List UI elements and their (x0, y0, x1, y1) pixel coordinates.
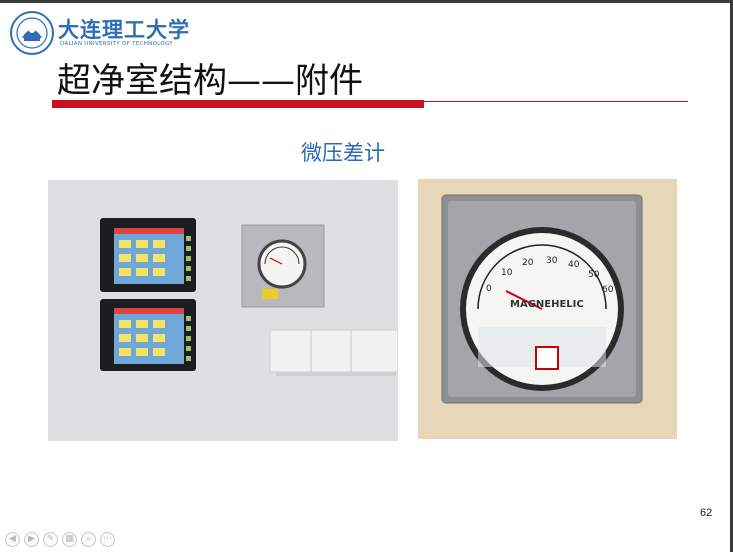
pen-icon[interactable]: ✎ (43, 532, 58, 547)
page-number: 62 (700, 507, 713, 519)
slide: 大连理工大学 DALIAN UNIVERSITY OF TECHNOLOGY 超… (0, 3, 730, 552)
gauge-brand-text: MAGNEHELIC (510, 299, 584, 310)
title-underline-thick (52, 100, 424, 108)
more-icon[interactable]: ⋯ (100, 532, 115, 547)
slides-icon[interactable]: ▦ (62, 532, 77, 547)
gauge-scale-30: 30 (546, 256, 558, 266)
university-logo (10, 11, 54, 55)
title-underline-thin (424, 101, 688, 102)
slideshow-toolbar: ◀ ▶ ✎ ▦ ⌕ ⋯ (5, 532, 115, 547)
gauge-scale-60: 60 (602, 285, 614, 295)
photo-magnehelic-gauge: 0 10 20 30 40 50 60 MAGNEHELIC (418, 179, 677, 439)
gauge-scale-0: 0 (486, 284, 492, 294)
next-icon[interactable]: ▶ (24, 532, 39, 547)
zoom-icon[interactable]: ⌕ (81, 532, 96, 547)
logo-english-name: DALIAN UNIVERSITY OF TECHNOLOGY (60, 41, 173, 47)
prev-icon[interactable]: ◀ (5, 532, 20, 547)
gauge-scale-20: 20 (522, 258, 534, 268)
photo-wall-panels (48, 180, 398, 441)
gauge-scale-40: 40 (568, 260, 580, 270)
logo-chinese-name: 大连理工大学 (58, 17, 190, 42)
slide-title: 超净室结构——附件 (57, 61, 363, 101)
gauge-scale-50: 50 (588, 270, 600, 280)
slide-caption: 微压差计 (301, 141, 385, 165)
gauge-scale-10: 10 (501, 268, 513, 278)
